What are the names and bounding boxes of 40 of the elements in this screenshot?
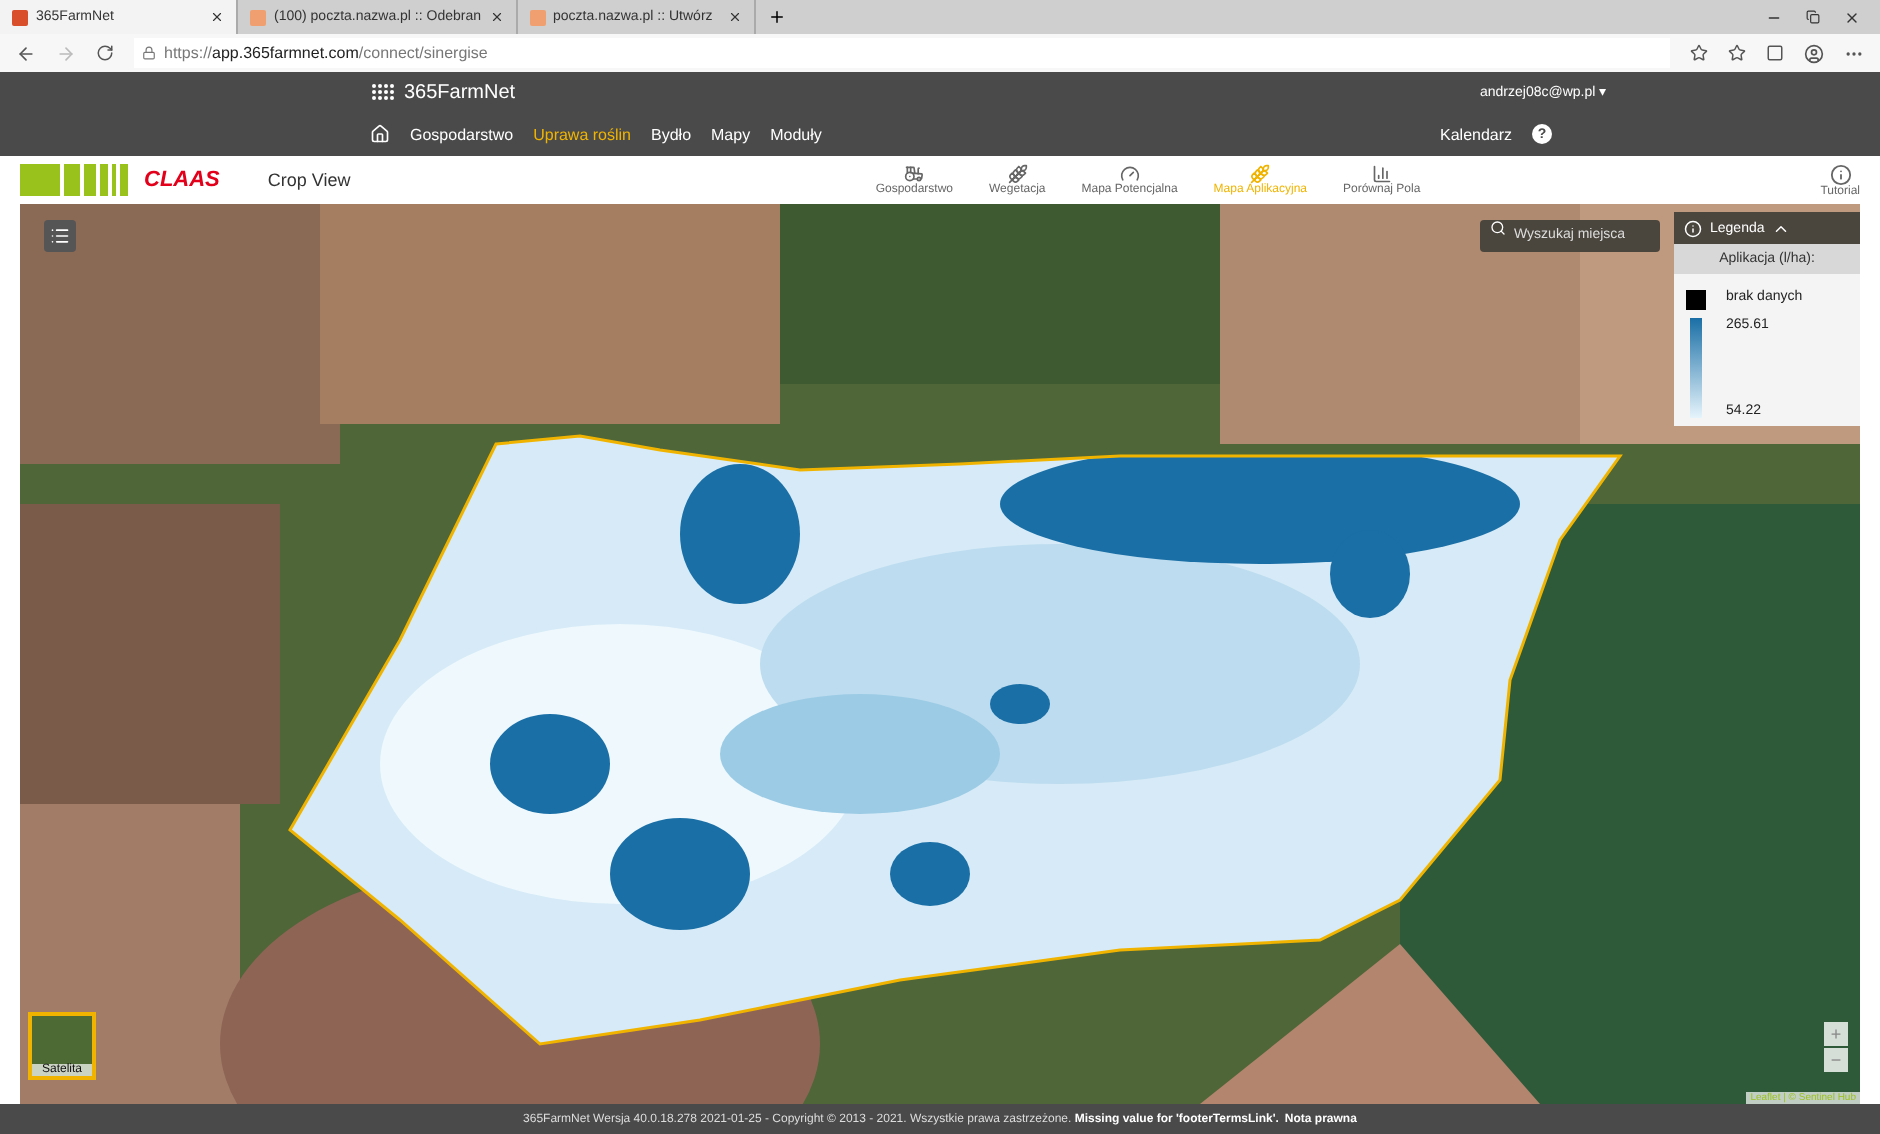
favorites-icon[interactable] (1728, 44, 1746, 62)
info-icon (1829, 163, 1852, 185)
brand-logo: CLAAS (144, 168, 220, 192)
close-icon[interactable] (727, 10, 742, 24)
layers-button[interactable] (44, 220, 76, 252)
new-tab-icon[interactable] (767, 8, 786, 26)
nav-link[interactable]: Gospodarstwo (410, 125, 514, 143)
star-icon[interactable] (1690, 44, 1708, 62)
logo-icon (370, 84, 398, 100)
bar-chart-icon (1371, 164, 1392, 184)
calendar-link[interactable]: Kalendarz (1440, 125, 1513, 143)
color-ramp (1690, 318, 1702, 418)
wheat-icon (1007, 164, 1028, 184)
profile-icon[interactable] (1804, 43, 1824, 63)
no-data-swatch (1686, 290, 1706, 310)
reload-icon[interactable] (96, 44, 114, 62)
gauge-icon (1119, 164, 1140, 184)
info-icon (1684, 219, 1702, 237)
nav-link[interactable]: Uprawa roślin (533, 125, 631, 143)
nav-link[interactable]: Mapy (711, 125, 751, 143)
close-icon[interactable] (1844, 9, 1860, 25)
close-icon[interactable] (210, 10, 224, 24)
nav-link[interactable]: Moduły (770, 125, 822, 143)
wheat-icon (1250, 164, 1271, 184)
address-bar[interactable]: https://app.365farmnet.com/connect/sinergise (134, 38, 1670, 68)
home-icon[interactable] (370, 124, 390, 144)
favicon-icon (250, 9, 266, 25)
restore-icon[interactable] (1806, 10, 1820, 24)
back-icon[interactable] (16, 43, 36, 63)
close-icon[interactable] (489, 10, 504, 24)
app-title: Crop View (267, 170, 351, 190)
favicon-icon (529, 9, 546, 25)
logo-text: 365FarmNet (404, 81, 516, 103)
lock-icon (142, 46, 156, 60)
list-icon (50, 226, 70, 246)
search-icon (1490, 220, 1506, 236)
nav-link[interactable]: Bydło (651, 125, 692, 143)
logo-stripes-icon (20, 164, 128, 196)
favicon-icon (12, 9, 28, 25)
tractor-icon (904, 164, 925, 184)
